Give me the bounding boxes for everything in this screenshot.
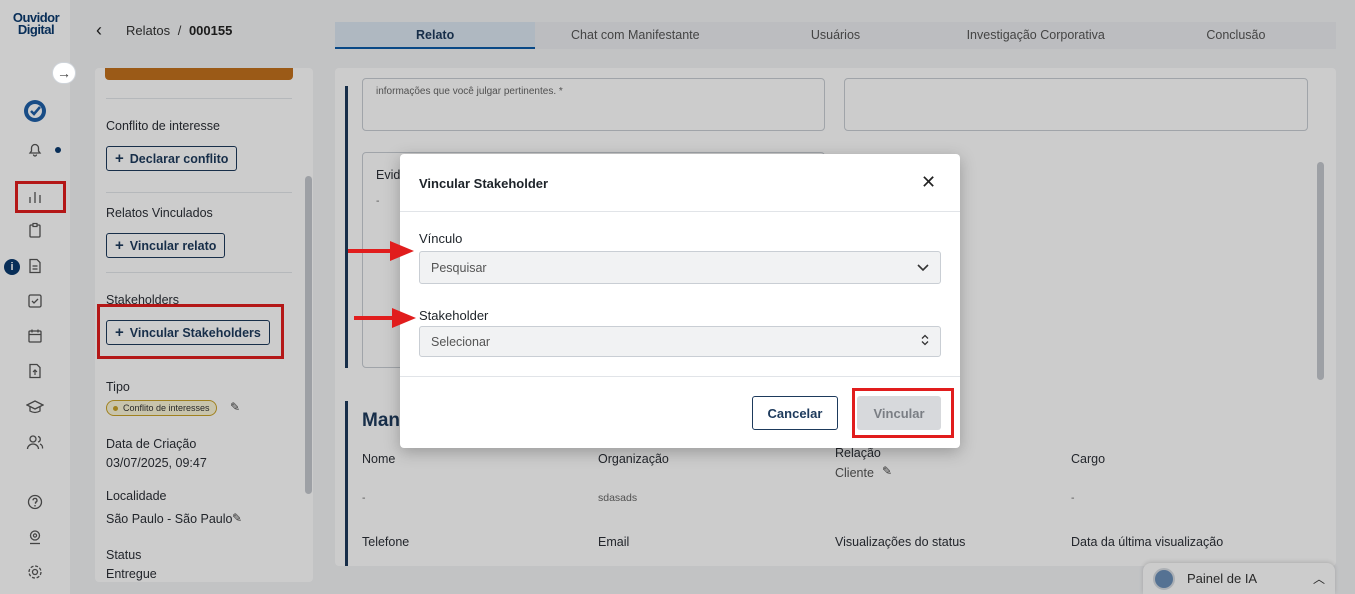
- vinculo-select[interactable]: Pesquisar: [419, 251, 941, 284]
- close-icon[interactable]: ✕: [921, 172, 936, 193]
- updown-chevron-icon: [921, 334, 929, 349]
- annotation-arrow-vinculo: [348, 241, 414, 261]
- annotation-box-submit: [852, 388, 954, 438]
- stakeholder-label: Stakeholder: [419, 308, 489, 323]
- vinculo-placeholder: Pesquisar: [431, 260, 487, 275]
- cancel-button[interactable]: Cancelar: [752, 396, 838, 430]
- stakeholder-placeholder: Selecionar: [431, 334, 491, 349]
- chevron-down-icon: [917, 261, 929, 275]
- dialog-title: Vincular Stakeholder: [419, 176, 549, 191]
- dialog-divider: [400, 211, 960, 212]
- stakeholder-select[interactable]: Selecionar: [419, 326, 941, 357]
- vinculo-label: Vínculo: [419, 231, 463, 246]
- arrow-right-icon: →: [57, 65, 71, 81]
- annotation-arrow-stakeholder: [354, 308, 416, 328]
- expand-sidebar-button[interactable]: →: [52, 62, 76, 84]
- dialog-divider: [400, 376, 960, 377]
